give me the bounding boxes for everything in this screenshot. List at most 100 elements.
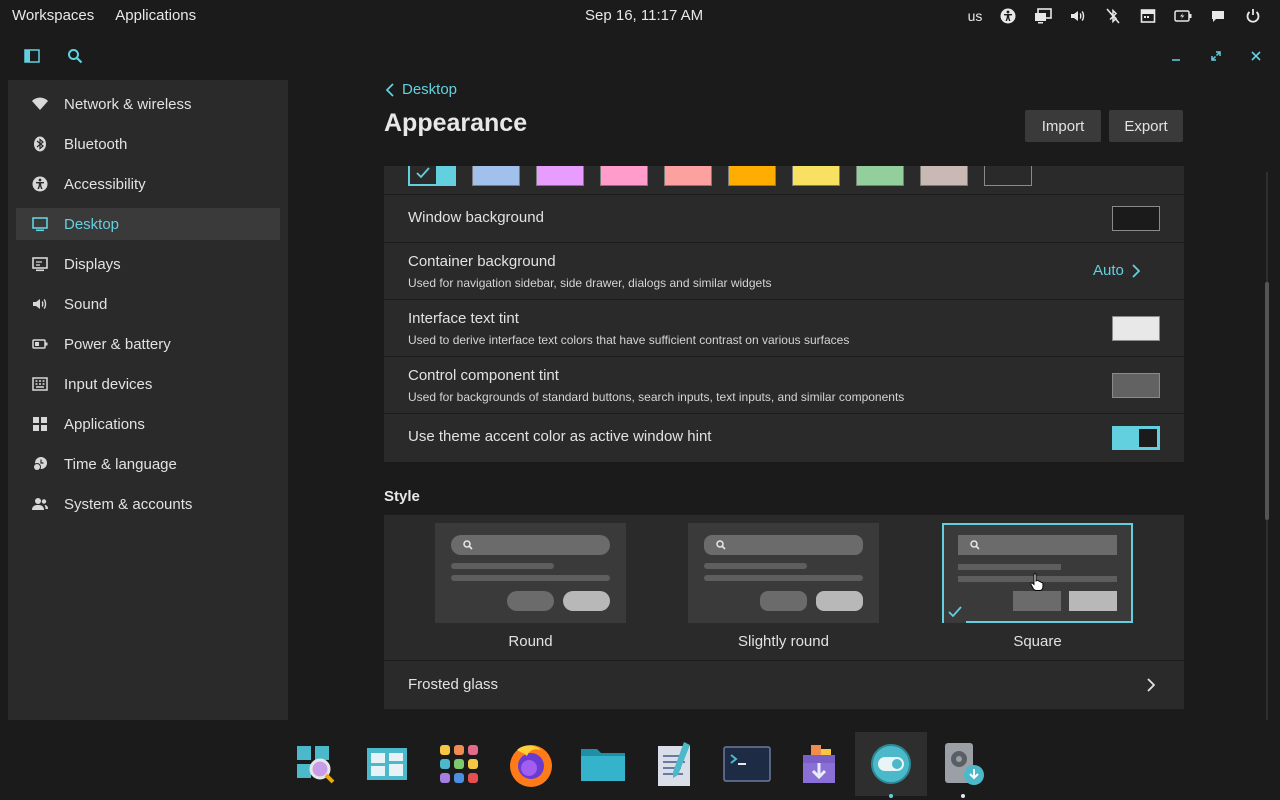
style-option-square[interactable]: [942, 523, 1133, 623]
sidebar-item-time-language[interactable]: Time & language: [16, 448, 280, 480]
accessibility-icon[interactable]: [990, 5, 1025, 27]
frosted-glass-row[interactable]: Frosted glass: [384, 661, 1184, 709]
display-icon[interactable]: [1025, 5, 1060, 27]
style-option-slightly-round[interactable]: [688, 523, 879, 623]
minimize-icon[interactable]: [1162, 42, 1190, 70]
bluetooth-off-icon[interactable]: [1095, 5, 1130, 27]
style-option-label: Round: [508, 633, 553, 650]
terminal-icon[interactable]: [711, 732, 783, 796]
battery-icon[interactable]: [1165, 5, 1200, 27]
search-icon: [463, 540, 473, 550]
window-background-swatch[interactable]: [1112, 206, 1160, 231]
preview-search-bar: [958, 535, 1117, 555]
breadcrumb-label: Desktop: [402, 81, 458, 98]
dock: [0, 728, 1280, 800]
accessibility-icon: [32, 176, 48, 192]
control-component-tint-row[interactable]: Control component tint Used for backgrou…: [384, 357, 1184, 414]
power-icon[interactable]: [1235, 5, 1270, 27]
pointer-cursor-icon: [1030, 573, 1044, 591]
close-icon[interactable]: [1242, 42, 1270, 70]
files-icon[interactable]: [567, 732, 639, 796]
scrollbar-thumb[interactable]: [1265, 282, 1269, 520]
accent-swatch-blue[interactable]: [472, 166, 520, 186]
applications-grid-icon[interactable]: [423, 732, 495, 796]
sidebar-item-system-accounts[interactable]: System & accounts: [16, 488, 280, 520]
style-option-label: Slightly round: [738, 633, 829, 650]
sidebar-item-power[interactable]: Power & battery: [16, 328, 280, 360]
control-component-tint-swatch[interactable]: [1112, 373, 1160, 398]
search-icon[interactable]: [61, 42, 89, 70]
preview-search-bar: [451, 535, 610, 555]
applications-button[interactable]: Applications: [115, 7, 196, 24]
sidebar-item-bluetooth[interactable]: Bluetooth: [16, 128, 280, 160]
interface-text-tint-row[interactable]: Interface text tint Used to derive inter…: [384, 300, 1184, 357]
sidebar-item-applications[interactable]: Applications: [16, 408, 280, 440]
frosted-glass-label: Frosted glass: [408, 676, 499, 693]
app-library-icon[interactable]: [279, 732, 351, 796]
clock-globe-icon: [32, 456, 48, 472]
accent-swatch-warm-grey[interactable]: [920, 166, 968, 186]
sidebar-item-accessibility[interactable]: Accessibility: [16, 168, 280, 200]
workspaces-button[interactable]: Workspaces: [12, 7, 94, 24]
top-panel: Workspaces Applications Sep 16, 11:17 AM…: [0, 0, 1280, 32]
sound-icon: [32, 296, 48, 312]
accent-swatch-purple[interactable]: [536, 166, 584, 186]
accent-hint-row[interactable]: Use theme accent color as active window …: [384, 414, 1184, 462]
firefox-icon[interactable]: [495, 732, 567, 796]
notification-icon[interactable]: [1200, 5, 1235, 27]
workspaces-icon[interactable]: [351, 732, 423, 796]
custom-color-button[interactable]: [984, 166, 1032, 186]
preview-line: [704, 563, 807, 569]
apps-grid-icon: [32, 416, 48, 432]
desktop-icon: [32, 216, 48, 232]
calendar-icon[interactable]: [1130, 5, 1165, 27]
displays-icon: [32, 256, 48, 272]
sidebar-toggle-icon[interactable]: [18, 42, 46, 70]
sidebar-item-label: Network & wireless: [64, 95, 192, 113]
sidebar-item-sound[interactable]: Sound: [16, 288, 280, 320]
header-bar: [8, 40, 1272, 72]
maximize-icon[interactable]: [1202, 42, 1230, 70]
export-button[interactable]: Export: [1109, 110, 1183, 142]
container-background-row[interactable]: Container background Used for navigation…: [384, 243, 1184, 300]
control-component-tint-desc: Used for backgrounds of standard buttons…: [408, 390, 905, 404]
battery-icon: [32, 336, 48, 352]
accent-hint-toggle[interactable]: [1112, 426, 1160, 450]
sidebar-item-network[interactable]: Network & wireless: [16, 88, 280, 120]
accent-swatch-yellow[interactable]: [792, 166, 840, 186]
style-option-label: Square: [1013, 633, 1062, 650]
running-indicator: [889, 794, 893, 798]
interface-text-tint-swatch[interactable]: [1112, 316, 1160, 341]
preview-button: [563, 591, 610, 611]
sidebar-item-label: Power & battery: [64, 335, 171, 353]
accent-swatch-teal[interactable]: [408, 166, 456, 186]
app-store-icon[interactable]: [783, 732, 855, 796]
settings-icon[interactable]: [855, 732, 927, 798]
import-button[interactable]: Import: [1025, 110, 1101, 142]
accent-swatch-red[interactable]: [664, 166, 712, 186]
chevron-right-icon: [1147, 678, 1155, 692]
keyboard-layout[interactable]: us: [960, 5, 990, 27]
sidebar-item-displays[interactable]: Displays: [16, 248, 280, 280]
accent-swatch-green[interactable]: [856, 166, 904, 186]
sidebar-item-desktop[interactable]: Desktop: [16, 208, 280, 240]
sidebar-item-input-devices[interactable]: Input devices: [16, 368, 280, 400]
sidebar: Network & wireless Bluetooth Accessibili…: [8, 80, 288, 720]
volume-icon[interactable]: [1060, 5, 1095, 27]
clock[interactable]: Sep 16, 11:17 AM: [585, 7, 703, 24]
style-section-title: Style: [384, 488, 420, 505]
accent-swatch-orange[interactable]: [728, 166, 776, 186]
accent-hint-label: Use theme accent color as active window …: [408, 428, 712, 445]
window-background-row[interactable]: Window background: [384, 195, 1184, 243]
accent-swatch-pink[interactable]: [600, 166, 648, 186]
text-editor-icon[interactable]: [639, 732, 711, 796]
preview-line: [451, 575, 610, 581]
breadcrumb[interactable]: Desktop: [386, 81, 457, 98]
window-background-label: Window background: [408, 209, 544, 226]
sidebar-item-label: Bluetooth: [64, 135, 128, 153]
style-option-round[interactable]: [435, 523, 626, 623]
sidebar-item-label: Applications: [64, 415, 145, 433]
installer-icon[interactable]: [927, 732, 999, 798]
wifi-icon: [32, 96, 48, 112]
container-background-value[interactable]: Auto: [1093, 262, 1140, 279]
